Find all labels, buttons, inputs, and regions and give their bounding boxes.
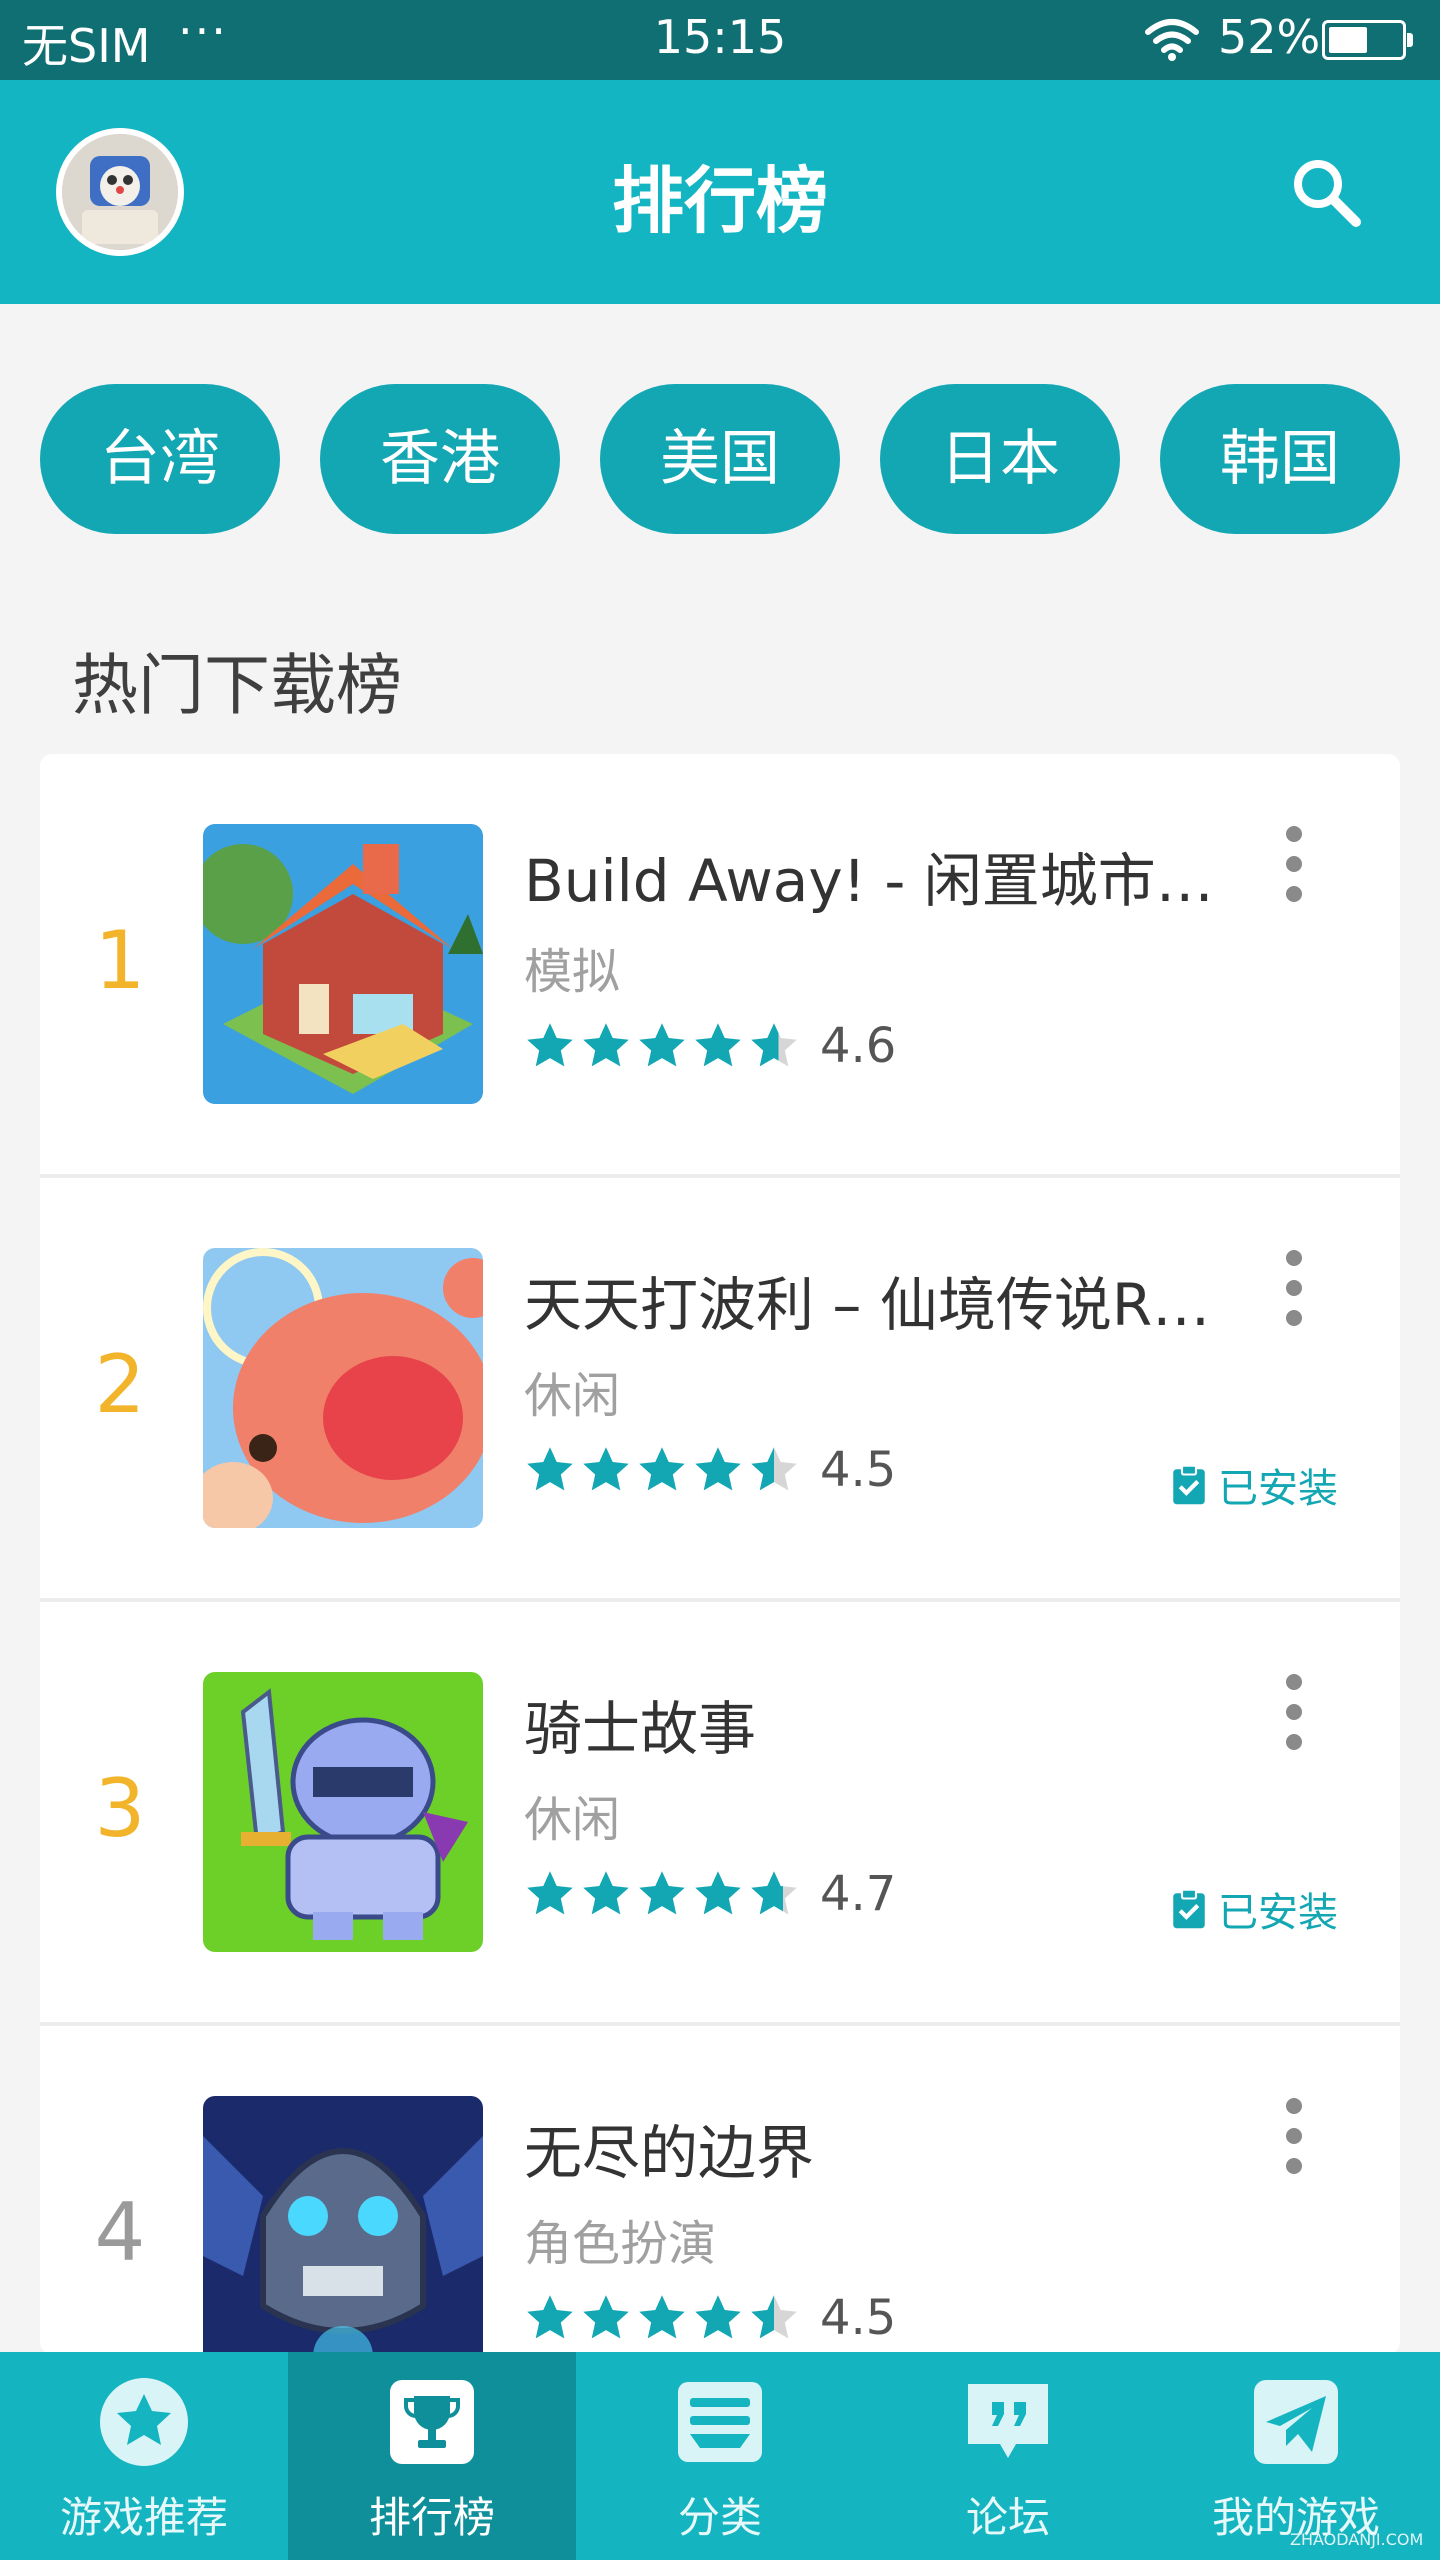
rating-value: 4.7	[820, 1866, 897, 1922]
installed-badge: 已安装	[1168, 1456, 1338, 1514]
star-icon	[639, 2295, 685, 2339]
bottom-tab-bar: 游戏推荐 排行榜 分类 论坛 我的游戏	[0, 2352, 1440, 2560]
search-icon[interactable]	[1286, 152, 1366, 232]
app-icon	[203, 2096, 483, 2354]
app-header: 排行榜	[0, 80, 1440, 304]
app-icon	[203, 824, 483, 1104]
app-category: 休闲	[524, 1792, 621, 1848]
clipboard-check-icon	[1173, 1464, 1205, 1505]
app-icon	[203, 1672, 483, 1952]
region-chip-japan[interactable]: 日本	[880, 384, 1120, 534]
category-icon	[678, 2382, 762, 2462]
tab-label: 分类	[677, 2493, 762, 2542]
rating-value: 4.5	[820, 1442, 897, 1498]
region-chip-korea[interactable]: 韩国	[1160, 384, 1400, 534]
paper-plane-icon	[1254, 2380, 1338, 2464]
star-icon	[751, 2295, 797, 2339]
star-icon	[583, 1871, 629, 1915]
star-icon	[527, 1871, 573, 1915]
region-filter-row: 台湾 香港 美国 日本 韩国	[0, 384, 1440, 534]
tab-ranking[interactable]: 排行榜	[288, 2352, 576, 2560]
app-name: Build Away! - 闲置城市…	[524, 847, 1214, 915]
installed-label: 已安装	[1218, 1466, 1338, 1512]
status-bar: 无SIM ··· 15:15 52%	[0, 0, 1440, 80]
app-name: 无尽的边界	[524, 2119, 815, 2187]
star-icon	[695, 1871, 741, 1915]
star-icon	[751, 1871, 797, 1915]
app-category: 角色扮演	[524, 2216, 717, 2272]
ranking-list: 1 Build Away! - 闲置城市… 模拟 4.6 2 天天打波利 – 仙…	[40, 754, 1400, 2354]
star-icon	[527, 2295, 573, 2339]
installed-badge: 已安装	[1168, 1880, 1338, 1938]
more-options-icon[interactable]	[1274, 826, 1314, 916]
app-icon	[203, 1248, 483, 1528]
battery-icon	[1322, 20, 1413, 60]
rank-number: 3	[94, 1762, 146, 1855]
installed-label: 已安装	[1218, 1890, 1338, 1936]
star-icon	[751, 1023, 797, 1067]
list-item[interactable]: 3 骑士故事 休闲 4.7 已安装	[40, 1602, 1400, 2026]
tab-label: 游戏推荐	[59, 2493, 228, 2542]
star-icon	[639, 1447, 685, 1491]
star-icon	[639, 1871, 685, 1915]
list-item[interactable]: 4 无尽的边界 角色扮演 4.5	[40, 2026, 1400, 2354]
more-options-icon[interactable]	[1274, 1674, 1314, 1764]
star-icon	[100, 2378, 188, 2466]
trophy-icon	[390, 2380, 474, 2464]
forum-icon	[968, 2384, 1048, 2458]
tab-my-games[interactable]: 我的游戏	[1152, 2352, 1440, 2560]
star-icon	[639, 1023, 685, 1067]
tab-category[interactable]: 分类	[576, 2352, 864, 2560]
clipboard-check-icon	[1173, 1888, 1205, 1929]
rating: 4.7	[524, 1864, 896, 1924]
tab-label: 论坛	[965, 2493, 1050, 2542]
battery-percentage: 52%	[1218, 10, 1321, 64]
star-icon	[583, 1447, 629, 1491]
region-chip-hongkong[interactable]: 香港	[320, 384, 560, 534]
rating-value: 4.5	[820, 2290, 897, 2346]
app-category: 休闲	[524, 1368, 621, 1424]
star-icon	[527, 1447, 573, 1491]
rating: 4.5	[524, 2288, 896, 2348]
rating-value: 4.6	[820, 1018, 897, 1074]
section-title: 热门下载榜	[72, 647, 402, 724]
star-icon	[583, 2295, 629, 2339]
star-icon	[695, 2295, 741, 2339]
more-options-icon[interactable]	[1274, 2098, 1314, 2188]
rank-number: 2	[94, 1338, 146, 1431]
rank-number: 4	[94, 2186, 146, 2279]
region-chip-taiwan[interactable]: 台湾	[40, 384, 280, 534]
watermark: ZHAODANJI.COM	[1290, 2530, 1424, 2549]
more-options-icon[interactable]	[1274, 1250, 1314, 1340]
star-icon	[695, 1447, 741, 1491]
star-icon	[583, 1023, 629, 1067]
star-icon	[751, 1447, 797, 1491]
tab-game-recommend[interactable]: 游戏推荐	[0, 2352, 288, 2560]
star-icon	[695, 1023, 741, 1067]
app-name: 骑士故事	[524, 1695, 757, 1763]
list-item[interactable]: 1 Build Away! - 闲置城市… 模拟 4.6	[40, 754, 1400, 1178]
page-title: 排行榜	[611, 159, 828, 243]
tab-forum[interactable]: 论坛	[864, 2352, 1152, 2560]
region-chip-usa[interactable]: 美国	[600, 384, 840, 534]
app-category: 模拟	[524, 944, 621, 1000]
rating: 4.6	[524, 1016, 896, 1076]
rank-number: 1	[94, 914, 146, 1007]
tab-label: 排行榜	[368, 2493, 495, 2542]
app-name: 天天打波利 – 仙境传说R…	[524, 1271, 1211, 1339]
wifi-icon	[1145, 19, 1199, 61]
rating: 4.5	[524, 1440, 896, 1500]
list-item[interactable]: 2 天天打波利 – 仙境传说R… 休闲 4.5 已安装	[40, 1178, 1400, 1602]
star-icon	[527, 1023, 573, 1067]
